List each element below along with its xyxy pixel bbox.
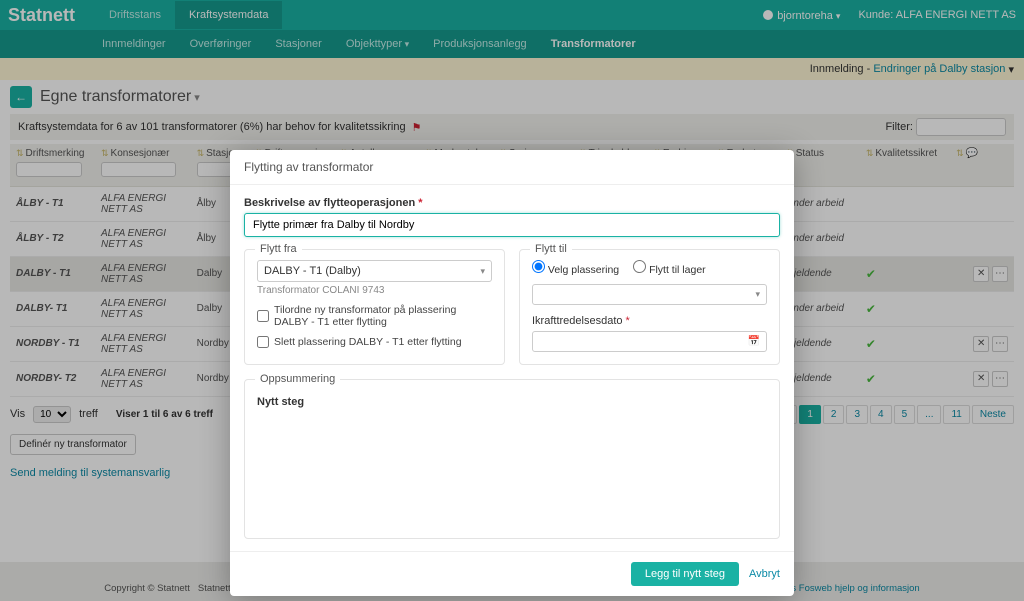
to-select[interactable] [532,284,767,305]
modal: Flytting av transformator Beskrivelse av… [230,150,794,596]
add-step-button[interactable]: Legg til nytt steg [631,562,739,586]
cb-assign-new-input[interactable] [257,310,269,322]
new-step-label: Nytt steg [257,396,767,408]
cb-assign-new[interactable]: Tilordne ny transformator på plassering … [257,304,492,328]
modal-body: Beskrivelse av flytteoperasjonen Flytt f… [230,185,794,551]
fieldset-from: Flytt fra DALBY - T1 (Dalby) Transformat… [244,249,505,365]
radio-move-storage[interactable]: Flytt til lager [633,260,706,276]
radio-select-placement[interactable]: Velg plassering [532,260,619,276]
from-select[interactable]: DALBY - T1 (Dalby) [257,260,492,282]
date-input[interactable] [532,331,767,352]
cb-delete-placement[interactable]: Slett plassering DALBY - T1 etter flytti… [257,336,492,348]
from-legend: Flytt fra [255,243,302,255]
from-hint: Transformator COLANI 9743 [257,285,492,296]
modal-backdrop: Flytting av transformator Beskrivelse av… [0,0,1024,601]
summary-legend: Oppsummering [255,373,340,385]
desc-input[interactable] [244,213,780,237]
summary-box: Oppsummering Nytt steg [244,379,780,539]
date-label: Ikrafttredelsesdato [532,315,767,327]
modal-footer: Legg til nytt steg Avbryt [230,551,794,596]
desc-label: Beskrivelse av flytteoperasjonen [244,197,780,209]
to-legend: Flytt til [530,243,572,255]
cb-delete-placement-input[interactable] [257,336,269,348]
cancel-button[interactable]: Avbryt [749,562,780,586]
fieldset-to: Flytt til Velg plassering Flytt til lage… [519,249,780,365]
modal-title: Flytting av transformator [230,150,794,185]
